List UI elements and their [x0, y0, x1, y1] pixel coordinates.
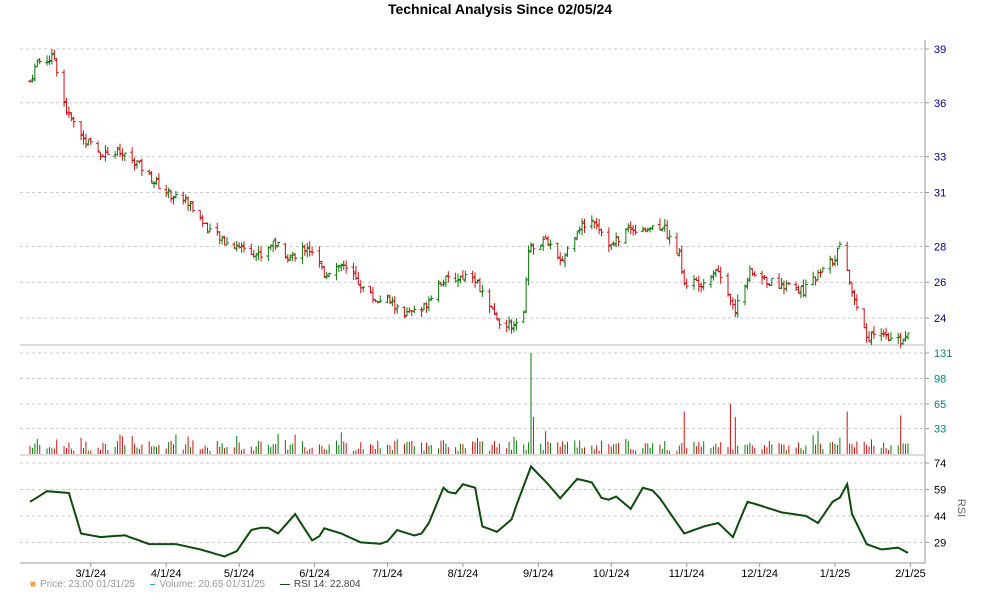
- x-tick-label: 2/1/25: [895, 568, 926, 580]
- rsi-tick-label: 44: [934, 511, 946, 523]
- volume-tick-label: 131: [934, 348, 952, 360]
- price-tick-label: 26: [934, 277, 946, 289]
- legend-rsi-marker: —: [279, 579, 290, 590]
- rsi-tick-label: 74: [934, 458, 946, 470]
- x-tick-label: 12/1/24: [741, 568, 778, 580]
- x-tick-label: 10/1/24: [593, 568, 630, 580]
- price-ohlc-bars: [28, 49, 910, 349]
- axis-labels: 2426283133363933659813129445974RSI3/1/24…: [76, 44, 967, 580]
- price-tick-label: 31: [934, 188, 946, 200]
- rsi-tick-label: 29: [934, 537, 946, 549]
- legend-price-marker: ■: [30, 579, 37, 590]
- legend-volume-marker: –: [149, 579, 156, 590]
- legend-price-text: Price: 23.00 01/31/25: [40, 579, 136, 590]
- volume-tick-label: 98: [934, 373, 946, 385]
- volume-tick-label: 65: [934, 399, 946, 411]
- rsi-line: [29, 464, 909, 558]
- stock-chart: 2426283133363933659813129445974RSI3/1/24…: [20, 40, 967, 580]
- x-tick-label: 8/1/24: [448, 568, 479, 580]
- legend-volume: – Volume: 20.65 01/31/25: [150, 579, 265, 590]
- x-tick-label: 1/1/25: [820, 568, 851, 580]
- volume-tick-label: 33: [934, 424, 946, 436]
- price-tick-label: 24: [934, 313, 946, 325]
- x-tick-label: 7/1/24: [372, 568, 403, 580]
- price-tick-label: 39: [934, 44, 946, 56]
- x-tick-label: 9/1/24: [523, 568, 554, 580]
- legend-price: ■ Price: 23.00 01/31/25: [30, 579, 135, 590]
- rsi-tick-label: 59: [934, 484, 946, 496]
- panel-frames: [20, 40, 926, 564]
- price-tick-label: 33: [934, 152, 946, 164]
- rsi-axis-title: RSI: [955, 499, 967, 517]
- price-tick-label: 28: [934, 241, 946, 253]
- x-tick-label: 11/1/24: [669, 568, 705, 580]
- legend-rsi-text: RSI 14: 22.804: [293, 579, 361, 590]
- price-tick-label: 36: [934, 98, 946, 110]
- legend-rsi: — RSI 14: 22.804: [280, 579, 361, 590]
- legend: ■ Price: 23.00 01/31/25 – Volume: 20.65 01…: [30, 579, 373, 590]
- legend-volume-text: Volume: 20.65 01/31/25: [159, 579, 266, 590]
- rsi-line-group: [29, 464, 909, 558]
